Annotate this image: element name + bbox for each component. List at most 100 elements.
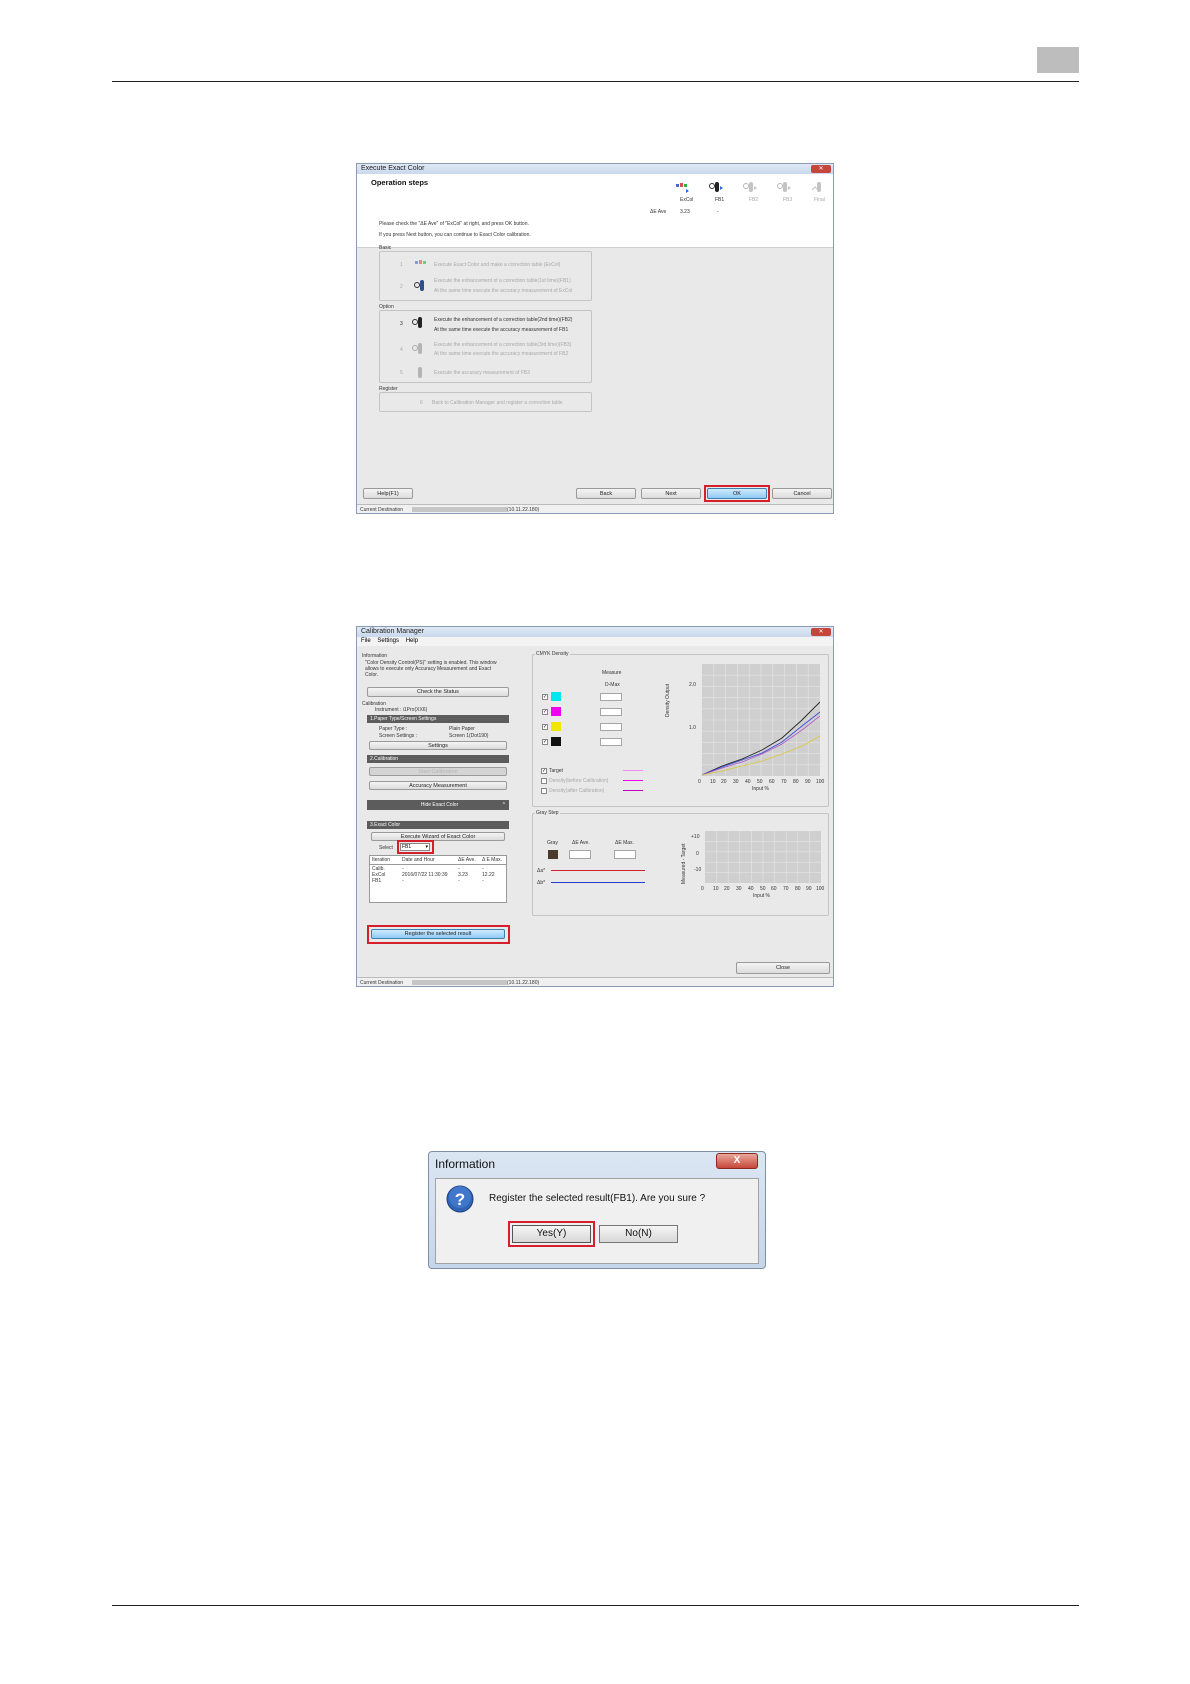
- results-table: Iteration Date and Hour ΔE Ave. Δ E Max.…: [369, 855, 507, 903]
- yellow-checkbox[interactable]: ✓: [542, 724, 548, 730]
- menu-settings[interactable]: Settings: [377, 638, 399, 644]
- black-dmax-field[interactable]: [600, 738, 622, 746]
- x-tick: 100: [816, 779, 825, 785]
- x-tick: 80: [793, 779, 799, 785]
- option-step-4-text: Execute the enhancement of a correction …: [434, 342, 572, 348]
- dialog-title: Information: [435, 1157, 496, 1171]
- yes-highlight: [508, 1221, 595, 1247]
- gray-de-ave-field[interactable]: [569, 850, 591, 859]
- hide-exact-color-bar[interactable]: Hide Exact Color ^: [367, 800, 509, 810]
- fb2-step-icon: [743, 182, 757, 192]
- x-tick: 40: [748, 886, 754, 892]
- svg-text:?: ?: [455, 1190, 465, 1209]
- information-text-2: allows to execute only Accuracy Measurem…: [365, 666, 492, 672]
- after-line-swatch: [623, 790, 643, 791]
- settings-button[interactable]: Settings: [369, 741, 507, 750]
- step-number: 1: [400, 262, 403, 268]
- screen-settings-label: Screen Settings :: [379, 733, 418, 739]
- check-status-button[interactable]: Check the Status: [367, 687, 509, 697]
- calibration-section-header: 2.Calibration: [367, 755, 509, 763]
- next-button[interactable]: Next: [641, 488, 701, 499]
- cyan-checkbox[interactable]: ✓: [542, 694, 548, 700]
- final-icon: [418, 367, 422, 378]
- before-calibration-checkbox[interactable]: [541, 778, 547, 784]
- x-tick: 20: [721, 779, 727, 785]
- gray-y-tick: 0: [696, 851, 699, 857]
- accuracy-measurement-button[interactable]: Accuracy Measurement: [369, 781, 507, 790]
- option-step-3-text[interactable]: Execute the enhancement of a correction …: [434, 317, 572, 323]
- table-header: Date and Hour: [402, 857, 435, 863]
- gray-x-axis-label: Input %: [753, 893, 770, 899]
- x-tick: 60: [771, 886, 777, 892]
- x-axis-label: Input %: [752, 786, 769, 792]
- paper-type-value: Plain Paper: [449, 726, 475, 732]
- close-button[interactable]: Close: [736, 962, 830, 974]
- option-step-3-subtext: At the same time execute the accuracy me…: [434, 327, 569, 333]
- x-ticks: 0 10 20 30 40 50 60 70 80 90 100: [696, 779, 828, 786]
- x-tick: 70: [781, 779, 787, 785]
- menu-bar: File Settings Help: [357, 637, 833, 646]
- black-swatch: [551, 737, 561, 746]
- back-button[interactable]: Back: [576, 488, 636, 499]
- paper-section-header: 1.Paper Type/Screen Settings: [367, 715, 509, 723]
- cyan-dmax-field[interactable]: [600, 693, 622, 701]
- basic-group: 1 Execute Exact Color and make a correct…: [379, 251, 592, 301]
- dialog-message: Register the selected result(FB1). Are y…: [489, 1193, 706, 1204]
- table-cell[interactable]: FB1: [372, 878, 381, 884]
- paper-type-label: Paper Type :: [379, 726, 408, 732]
- x-tick: 70: [783, 886, 789, 892]
- gray-y-tick: +10: [691, 834, 700, 840]
- start-calibration-button[interactable]: Start Calibration: [369, 767, 507, 776]
- register-highlight: [367, 925, 510, 944]
- close-icon[interactable]: ✕: [811, 165, 831, 173]
- table-cell: -: [458, 878, 460, 884]
- target-line-swatch: [623, 770, 643, 771]
- window-title: Execute Exact Color: [361, 165, 425, 172]
- help-button[interactable]: Help(F1): [363, 488, 413, 499]
- magenta-swatch: [551, 707, 561, 716]
- de-ave-fb1: -: [717, 209, 719, 215]
- gray-step-label: Gray Step: [535, 810, 560, 816]
- target-checkbox[interactable]: ✓: [541, 768, 547, 774]
- no-button[interactable]: No(N): [599, 1225, 678, 1243]
- gray-y-axis-label: Measured - Target: [681, 843, 687, 884]
- delta-b-label: Δb*: [537, 880, 546, 886]
- dialog-close-button[interactable]: X: [716, 1153, 758, 1169]
- delta-b-line: [551, 882, 645, 883]
- table-divider: [370, 864, 506, 865]
- status-value: (10.11.22.180): [507, 980, 540, 986]
- menu-help[interactable]: Help: [406, 638, 418, 644]
- menu-file[interactable]: File: [361, 638, 371, 644]
- chapter-tab: [1037, 47, 1079, 73]
- dmax-label: D-Max: [605, 682, 620, 688]
- cyan-swatch: [551, 692, 561, 701]
- x-tick: 10: [713, 886, 719, 892]
- destination-redacted: [412, 980, 507, 985]
- x-tick: 30: [733, 779, 739, 785]
- basic-step-2-subtext: At the same time execute the accuracy me…: [434, 288, 573, 294]
- cancel-button[interactable]: Cancel: [772, 488, 832, 499]
- gray-de-max-field[interactable]: [614, 850, 636, 859]
- select-highlight: [397, 840, 434, 854]
- register-group: 6 Back to Calibration Manager and regist…: [379, 392, 592, 412]
- legend-after: Density(after Calibration): [549, 788, 605, 794]
- step-number: 6: [420, 400, 423, 406]
- step-number: 5: [400, 370, 403, 376]
- magenta-dmax-field[interactable]: [600, 708, 622, 716]
- magenta-checkbox[interactable]: ✓: [542, 709, 548, 715]
- close-icon[interactable]: ✕: [811, 628, 831, 636]
- yellow-dmax-field[interactable]: [600, 723, 622, 731]
- information-dialog: Information X ? Register the selected re…: [428, 1151, 766, 1269]
- y-tick: 1.0: [689, 725, 696, 731]
- delta-a-label: Δa*: [537, 868, 546, 874]
- measure-label: Measure: [602, 670, 622, 676]
- chevron-up-icon: ^: [502, 802, 505, 808]
- yellow-swatch: [551, 722, 561, 731]
- black-checkbox[interactable]: ✓: [542, 739, 548, 745]
- after-calibration-checkbox[interactable]: [541, 788, 547, 794]
- hide-exact-color-label: Hide Exact Color: [420, 802, 459, 808]
- select-label: Select: [379, 845, 393, 851]
- execute-wizard-button[interactable]: Execute Wizard of Exact Color: [371, 832, 505, 841]
- exact-color-section-header: 3.Exact Color: [367, 821, 509, 829]
- window-title: Calibration Manager: [361, 628, 425, 635]
